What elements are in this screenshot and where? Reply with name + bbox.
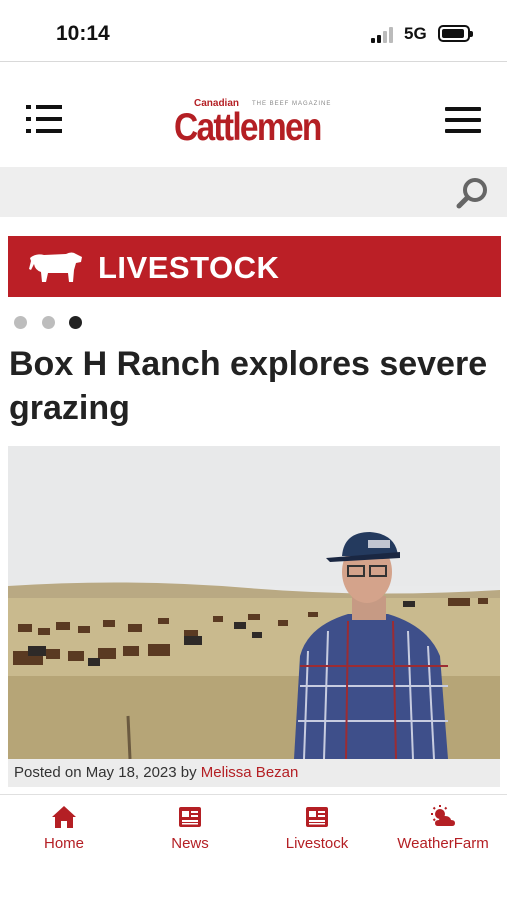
search-input[interactable] <box>10 173 440 211</box>
nav-home-label: Home <box>43 835 84 852</box>
livestock-icon <box>306 807 328 827</box>
signal-icon <box>371 27 397 43</box>
article-headline[interactable]: Box H Ranch explores severe grazing <box>9 342 499 430</box>
category-banner[interactable]: LIVESTOCK <box>8 236 501 297</box>
article-byline: Posted on May 18, 2023 by Melissa Bezan <box>8 759 500 787</box>
ranch-photo <box>8 446 500 759</box>
network-label: 5G <box>404 24 427 43</box>
nav-livestock[interactable]: Livestock <box>254 795 380 865</box>
status-bar: 10:14 5G <box>0 0 507 62</box>
weather-icon <box>431 805 455 826</box>
nav-news[interactable]: News <box>127 795 253 865</box>
carousel-dot[interactable] <box>14 316 27 329</box>
bottom-nav: Home News Livestock WeatherFarm <box>0 794 507 900</box>
nav-livestock-label: Livestock <box>285 835 349 852</box>
app-header: Canadian THE BEEF MAGAZINE Cattlemen <box>0 63 507 167</box>
list-icon[interactable] <box>26 105 62 133</box>
category-label: LIVESTOCK <box>98 250 280 285</box>
carousel-dot-active[interactable] <box>69 316 82 329</box>
nav-weatherfarm-label: WeatherFarm <box>397 835 489 852</box>
cow-icon <box>29 252 82 282</box>
logo-main-text: Cattlemen <box>174 106 322 149</box>
author-link[interactable]: Melissa Bezan <box>201 764 299 781</box>
search-icon[interactable] <box>456 176 490 210</box>
status-time: 10:14 <box>56 22 110 45</box>
battery-icon <box>438 25 473 42</box>
carousel-dot[interactable] <box>42 316 55 329</box>
menu-icon[interactable] <box>445 107 481 133</box>
nav-home[interactable]: Home <box>1 795 127 865</box>
cattlemen-logo[interactable]: Canadian THE BEEF MAGAZINE Cattlemen <box>174 93 336 149</box>
article-image[interactable] <box>8 446 500 759</box>
posted-date: Posted on May 18, 2023 by <box>14 764 201 781</box>
nav-news-label: News <box>171 835 209 852</box>
news-icon <box>179 807 201 827</box>
nav-weatherfarm[interactable]: WeatherFarm <box>380 795 506 865</box>
home-icon <box>52 806 76 828</box>
search-bar <box>0 167 507 217</box>
